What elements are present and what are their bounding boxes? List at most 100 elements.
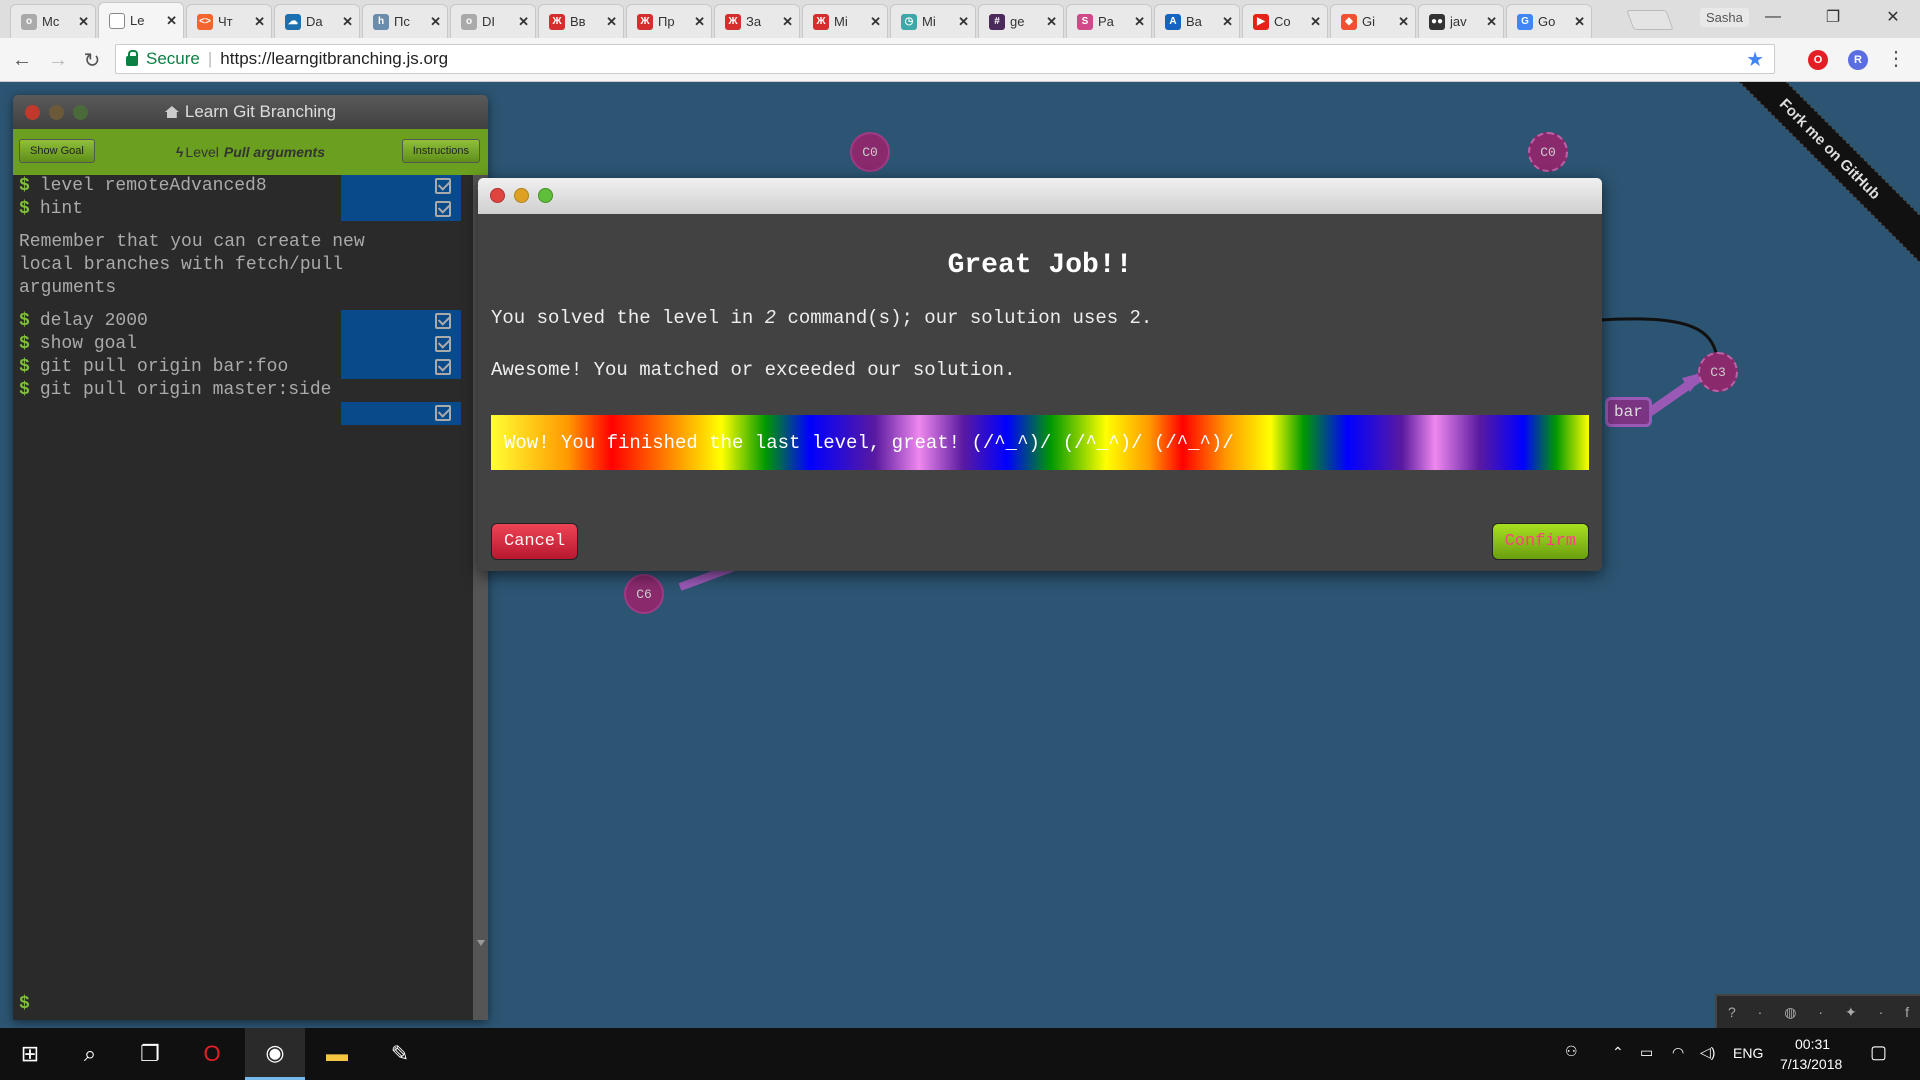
maximize-light-icon[interactable] xyxy=(73,105,88,120)
command-text: git pull origin master:side xyxy=(39,380,332,400)
chrome-icon[interactable]: ◉ xyxy=(245,1028,305,1080)
file-explorer-icon[interactable]: ▬ xyxy=(307,1028,367,1080)
browser-tab[interactable]: h Пс ✕ xyxy=(362,4,448,38)
tab-favicon-icon: h xyxy=(373,13,389,30)
commit-node[interactable]: C6 xyxy=(624,574,664,614)
tab-close-icon[interactable]: ✕ xyxy=(1222,14,1233,30)
browser-tab[interactable]: ▶ Co ✕ xyxy=(1242,4,1328,38)
instructions-button[interactable]: Instructions xyxy=(401,139,480,163)
cancel-button[interactable]: Cancel xyxy=(491,523,579,560)
commit-node[interactable]: C3 xyxy=(1698,352,1738,392)
maximize-light-icon[interactable] xyxy=(538,188,553,203)
dialog-title: Great Job!! xyxy=(947,250,1133,281)
browser-tab[interactable]: <> Чт ✕ xyxy=(186,4,272,38)
new-tab-button[interactable] xyxy=(1626,10,1674,30)
tab-close-icon[interactable]: ✕ xyxy=(430,14,441,30)
tab-close-icon[interactable]: ✕ xyxy=(958,14,969,30)
close-light-icon[interactable] xyxy=(490,188,505,203)
commit-node[interactable]: C0 xyxy=(850,132,890,172)
branch-tag[interactable]: bar xyxy=(1605,397,1652,427)
browser-tab[interactable]: Le ✕ xyxy=(98,2,184,38)
close-icon[interactable]: ✕ xyxy=(1870,4,1916,30)
search-icon[interactable]: ⌕ xyxy=(60,1028,120,1080)
clock-time[interactable]: 00:31 xyxy=(1795,1036,1830,1052)
browser-tab[interactable]: S Pa ✕ xyxy=(1066,4,1152,38)
opera-extension-icon[interactable]: O xyxy=(1808,50,1828,70)
tab-close-icon[interactable]: ✕ xyxy=(694,14,705,30)
show-goal-button[interactable]: Show Goal xyxy=(19,139,95,163)
command-line: $ hint xyxy=(13,198,473,221)
twitter-icon[interactable]: ✦ xyxy=(1845,1004,1857,1021)
people-icon[interactable]: ⚇ xyxy=(1565,1043,1578,1060)
tab-close-icon[interactable]: ✕ xyxy=(1574,14,1585,30)
opera-icon[interactable]: O xyxy=(182,1028,242,1080)
browser-tab[interactable]: Ж Пр ✕ xyxy=(626,4,712,38)
back-icon[interactable]: ← xyxy=(8,46,36,74)
clock-date[interactable]: 7/13/2018 xyxy=(1780,1056,1842,1072)
tab-close-icon[interactable]: ✕ xyxy=(1310,14,1321,30)
tab-close-icon[interactable]: ✕ xyxy=(166,13,177,29)
command-line: $ git pull origin bar:foo xyxy=(13,356,473,379)
tab-close-icon[interactable]: ✕ xyxy=(1046,14,1057,30)
result-line: You solved the level in 2 command(s); ou… xyxy=(491,307,1153,329)
help-icon[interactable]: ? xyxy=(1728,1004,1736,1020)
home-icon xyxy=(164,106,179,118)
tab-close-icon[interactable]: ✕ xyxy=(342,14,353,30)
restore-icon[interactable]: ❐ xyxy=(1810,4,1856,30)
browser-tab[interactable]: Ж За ✕ xyxy=(714,4,800,38)
windows-start-icon[interactable]: ⊞ xyxy=(0,1028,60,1080)
paint-icon[interactable]: ✎ xyxy=(370,1028,430,1080)
address-bar[interactable]: Secure | https://learngitbranching.js.or… xyxy=(115,44,1775,74)
minimize-light-icon[interactable] xyxy=(49,105,64,120)
tab-close-icon[interactable]: ✕ xyxy=(1398,14,1409,30)
language-indicator[interactable]: ENG xyxy=(1733,1045,1763,1061)
browser-tab[interactable]: ◷ Mi ✕ xyxy=(890,4,976,38)
minimize-icon[interactable]: — xyxy=(1750,4,1796,30)
tray-chevron-icon[interactable]: ⌃ xyxy=(1612,1044,1624,1061)
browser-tab[interactable]: G Go ✕ xyxy=(1506,4,1592,38)
tab-label: Co xyxy=(1274,14,1291,29)
browser-tab[interactable]: Ж Mi ✕ xyxy=(802,4,888,38)
tab-close-icon[interactable]: ✕ xyxy=(254,14,265,30)
tab-close-icon[interactable]: ✕ xyxy=(78,14,89,30)
task-view-icon[interactable]: ❐ xyxy=(120,1028,180,1080)
globe-icon[interactable]: ◍ xyxy=(1784,1004,1796,1021)
scroll-down-icon[interactable] xyxy=(477,940,485,950)
browser-tab[interactable]: ◆ Gi ✕ xyxy=(1330,4,1416,38)
chrome-menu-icon[interactable]: ⋮ xyxy=(1886,46,1906,71)
checkbox-icon xyxy=(435,313,451,329)
confirm-button[interactable]: Confirm xyxy=(1491,523,1589,560)
browser-tab[interactable]: ●● jav ✕ xyxy=(1418,4,1504,38)
reload-icon[interactable]: ↻ xyxy=(78,46,106,74)
tab-close-icon[interactable]: ✕ xyxy=(606,14,617,30)
minimize-light-icon[interactable] xyxy=(514,188,529,203)
browser-tab[interactable]: A Ba ✕ xyxy=(1154,4,1240,38)
profile-extension-icon[interactable]: R xyxy=(1848,50,1868,70)
browser-tab[interactable]: ☁ Da ✕ xyxy=(274,4,360,38)
browser-tab[interactable]: o Mc ✕ xyxy=(10,4,96,38)
tab-close-icon[interactable]: ✕ xyxy=(870,14,881,30)
browser-tab[interactable]: # ge ✕ xyxy=(978,4,1064,38)
browser-tab[interactable]: o DI ✕ xyxy=(450,4,536,38)
profile-name[interactable]: Sasha xyxy=(1700,8,1749,27)
tab-close-icon[interactable]: ✕ xyxy=(1486,14,1497,30)
close-light-icon[interactable] xyxy=(25,105,40,120)
volume-icon[interactable]: ◁) xyxy=(1700,1044,1715,1061)
command-prompt[interactable]: $ xyxy=(19,994,30,1014)
wifi-icon[interactable]: ◠ xyxy=(1672,1044,1684,1061)
battery-icon[interactable]: ▭ xyxy=(1640,1044,1653,1061)
tab-favicon-icon: A xyxy=(1165,13,1181,30)
browser-tab[interactable]: Ж Вв ✕ xyxy=(538,4,624,38)
tab-close-icon[interactable]: ✕ xyxy=(782,14,793,30)
command-text: hint xyxy=(39,199,84,219)
tab-close-icon[interactable]: ✕ xyxy=(518,14,529,30)
url-text[interactable]: https://learngitbranching.js.org xyxy=(220,49,448,69)
forward-icon[interactable]: → xyxy=(44,46,72,74)
tab-close-icon[interactable]: ✕ xyxy=(1134,14,1145,30)
bookmark-star-icon[interactable]: ★ xyxy=(1746,47,1764,72)
facebook-icon[interactable]: f xyxy=(1905,1004,1909,1020)
tab-label: Le xyxy=(130,13,145,28)
commit-node[interactable]: C0 xyxy=(1528,132,1568,172)
notifications-icon[interactable]: ▢ xyxy=(1870,1042,1887,1063)
command-line xyxy=(13,402,473,425)
